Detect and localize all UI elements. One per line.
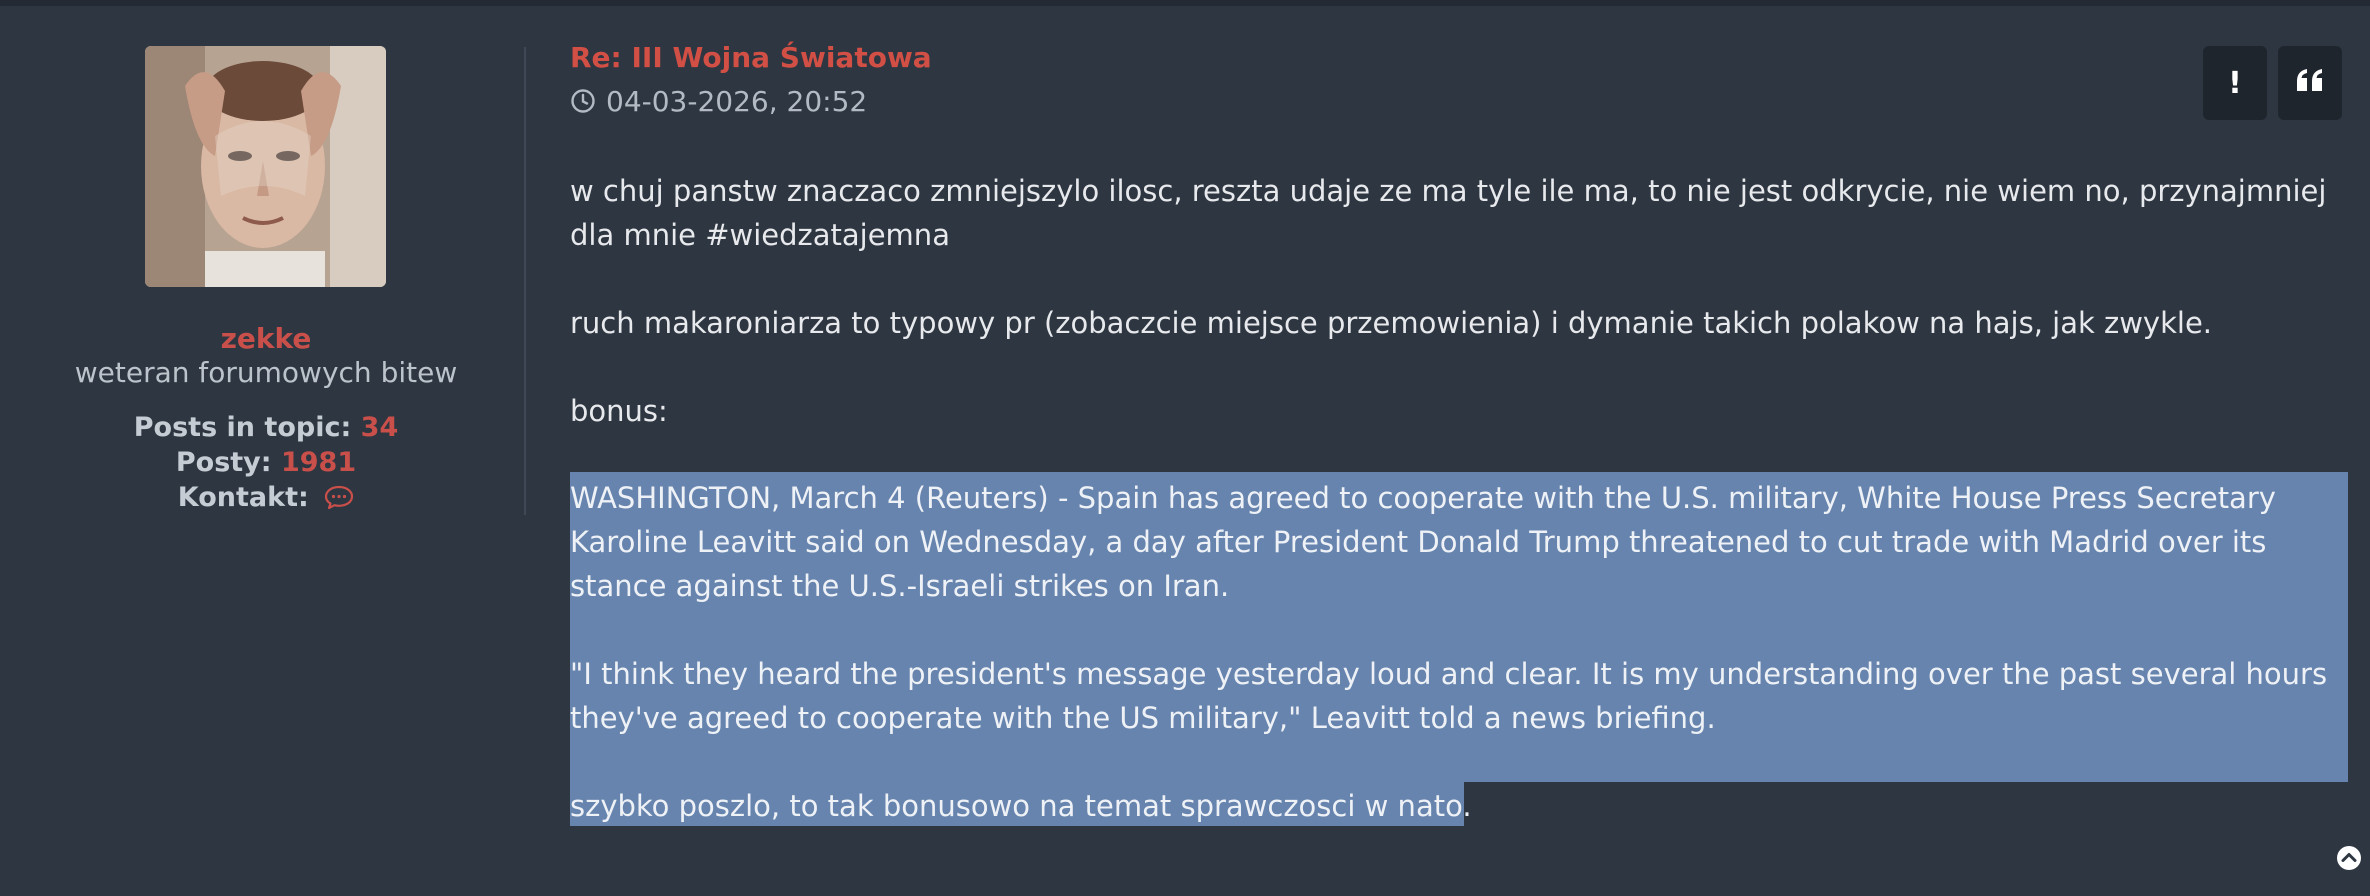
posts-in-topic-value[interactable]: 34: [361, 412, 399, 443]
exclamation-icon: !: [2228, 65, 2242, 101]
selected-quote-paragraph: szybko poszlo, to tak bonusowo na temat …: [570, 789, 1472, 823]
post-date[interactable]: 04-03-2026, 20:52: [570, 84, 867, 120]
selected-quote-paragraph: "I think they heard the president's mess…: [570, 657, 2328, 735]
top-border: [0, 0, 2370, 6]
post-paragraph: ruch makaroniarza to typowy pr (zobaczci…: [570, 306, 2212, 340]
report-button[interactable]: !: [2203, 46, 2267, 120]
posts-count-stat: Posty: 1981: [0, 446, 532, 480]
posts-in-topic-stat: Posts in topic: 34: [0, 411, 532, 445]
contact-stat: Kontakt:: [0, 481, 532, 515]
clock-icon: [570, 87, 596, 113]
posts-count-label: Posty:: [175, 447, 272, 478]
quote-icon: [2295, 66, 2325, 101]
user-rank: weteran forumowych bitew: [74, 356, 458, 389]
username[interactable]: zekke: [0, 322, 532, 356]
avatar[interactable]: [145, 46, 386, 287]
selected-quote-paragraph: WASHINGTON, March 4 (Reuters) - Spain ha…: [570, 481, 2276, 603]
quote-button[interactable]: [2278, 46, 2342, 120]
avatar-image: [145, 46, 386, 287]
post-paragraph: w chuj panstw znaczaco zmniejszylo ilosc…: [570, 174, 2327, 252]
posts-in-topic-label: Posts in topic:: [133, 412, 352, 443]
arrow-up-circle-icon[interactable]: [2336, 845, 2362, 871]
contact-label: Kontakt:: [177, 482, 309, 513]
post-paragraph: bonus:: [570, 394, 668, 428]
chat-bubble-icon[interactable]: [324, 484, 354, 510]
profile-divider: [524, 47, 526, 515]
post-title[interactable]: Re: III Wojna Światowa: [570, 40, 932, 76]
post-date-text: 04-03-2026, 20:52: [606, 85, 868, 118]
posts-count-value[interactable]: 1981: [281, 447, 356, 478]
